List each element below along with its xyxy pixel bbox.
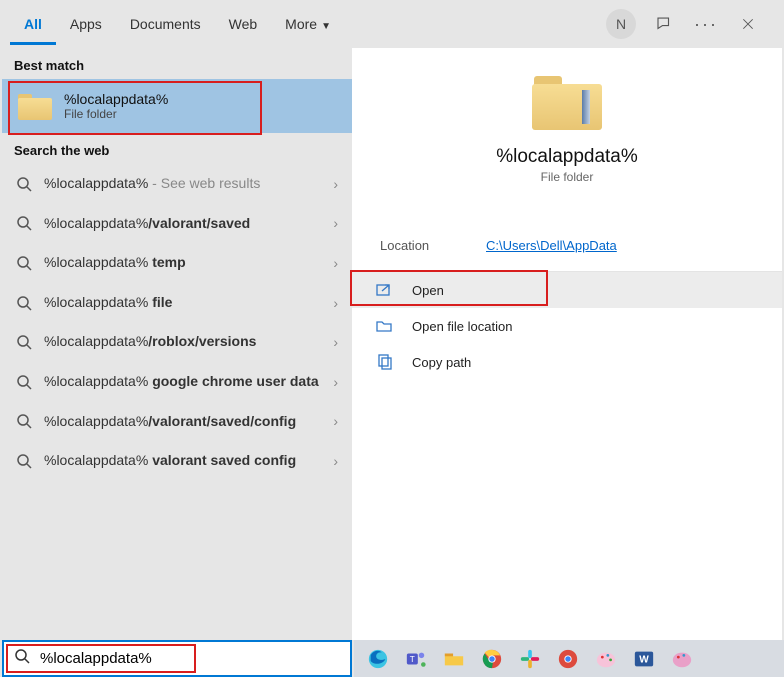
- taskbar-slack-icon[interactable]: [516, 645, 544, 673]
- web-result-text: %localappdata%/valorant/saved/config: [44, 412, 333, 432]
- web-result-item[interactable]: %localappdata% - See web results›: [2, 164, 352, 204]
- tab-all[interactable]: All: [10, 4, 56, 45]
- taskbar: T W: [354, 640, 784, 677]
- taskbar-paint2-icon[interactable]: [668, 645, 696, 673]
- web-result-item[interactable]: %localappdata% file›: [2, 283, 352, 323]
- preview-title: %localappdata%: [496, 146, 638, 168]
- search-box[interactable]: [2, 640, 352, 677]
- search-icon: [16, 413, 32, 429]
- tab-apps[interactable]: Apps: [56, 4, 116, 45]
- chevron-right-icon: ›: [333, 413, 338, 429]
- search-icon: [16, 255, 32, 271]
- options-icon[interactable]: ···: [692, 10, 720, 38]
- web-result-text: %localappdata% - See web results: [44, 174, 333, 194]
- search-icon: [16, 334, 32, 350]
- chevron-right-icon: ›: [333, 374, 338, 390]
- location-link[interactable]: C:\Users\Dell\AppData: [486, 238, 617, 253]
- action-open[interactable]: Open: [352, 272, 782, 308]
- best-match-title: %localappdata%: [64, 91, 168, 107]
- svg-text:W: W: [639, 654, 649, 665]
- taskbar-chrome2-icon[interactable]: [554, 645, 582, 673]
- search-icon: [16, 374, 32, 390]
- search-icon: [16, 295, 32, 311]
- taskbar-word-icon[interactable]: W: [630, 645, 658, 673]
- taskbar-paint-icon[interactable]: [592, 645, 620, 673]
- filter-tabs: All Apps Documents Web More▼ N ···: [2, 0, 782, 48]
- feedback-icon[interactable]: [650, 10, 678, 38]
- search-icon: [14, 648, 30, 669]
- user-avatar[interactable]: N: [606, 9, 636, 39]
- chevron-right-icon: ›: [333, 215, 338, 231]
- web-result-text: %localappdata% google chrome user data: [44, 372, 333, 392]
- windows-search-panel: All Apps Documents Web More▼ N ··· Best …: [2, 0, 782, 640]
- folder-icon-large: [532, 72, 602, 130]
- action-copy-path[interactable]: Copy path: [352, 344, 782, 380]
- chevron-right-icon: ›: [333, 453, 338, 469]
- web-result-text: %localappdata% valorant saved config: [44, 451, 333, 471]
- web-result-item[interactable]: %localappdata% temp›: [2, 243, 352, 283]
- search-icon: [16, 215, 32, 231]
- taskbar-teams-icon[interactable]: T: [402, 645, 430, 673]
- section-search-web: Search the web: [2, 133, 352, 164]
- svg-text:T: T: [410, 654, 415, 663]
- chevron-right-icon: ›: [333, 334, 338, 350]
- web-result-text: %localappdata%/valorant/saved: [44, 214, 333, 234]
- search-icon: [16, 176, 32, 192]
- web-result-item[interactable]: %localappdata% google chrome user data›: [2, 362, 352, 402]
- copy-icon: [376, 354, 392, 370]
- taskbar-explorer-icon[interactable]: [440, 645, 468, 673]
- web-result-item[interactable]: %localappdata%/valorant/saved›: [2, 204, 352, 244]
- action-label: Open file location: [412, 319, 512, 334]
- folder-location-icon: [376, 318, 392, 334]
- search-input[interactable]: [40, 650, 340, 667]
- web-result-text: %localappdata%/roblox/versions: [44, 332, 333, 352]
- web-result-text: %localappdata% file: [44, 293, 333, 313]
- chevron-right-icon: ›: [333, 176, 338, 192]
- results-list: Best match %localappdata% File folder Se…: [2, 48, 352, 640]
- action-label: Copy path: [412, 355, 471, 370]
- close-icon[interactable]: [734, 10, 762, 38]
- section-best-match: Best match: [2, 48, 352, 79]
- preview-pane: %localappdata% File folder Location C:\U…: [352, 48, 782, 640]
- web-result-item[interactable]: %localappdata%/valorant/saved/config›: [2, 402, 352, 442]
- taskbar-chrome-icon[interactable]: [478, 645, 506, 673]
- web-result-item[interactable]: %localappdata% valorant saved config›: [2, 441, 352, 481]
- open-icon: [376, 282, 392, 298]
- search-icon: [16, 453, 32, 469]
- best-match-subtitle: File folder: [64, 107, 168, 121]
- web-result-item[interactable]: %localappdata%/roblox/versions›: [2, 322, 352, 362]
- chevron-right-icon: ›: [333, 295, 338, 311]
- chevron-right-icon: ›: [333, 255, 338, 271]
- taskbar-edge-icon[interactable]: [364, 645, 392, 673]
- location-label: Location: [380, 238, 486, 253]
- action-label: Open: [412, 283, 444, 298]
- action-open-file-location[interactable]: Open file location: [352, 308, 782, 344]
- folder-icon: [18, 92, 52, 120]
- tab-web[interactable]: Web: [215, 4, 272, 45]
- best-match-result[interactable]: %localappdata% File folder: [2, 79, 352, 133]
- tab-more[interactable]: More▼: [271, 4, 345, 45]
- tab-documents[interactable]: Documents: [116, 4, 215, 45]
- web-result-text: %localappdata% temp: [44, 253, 333, 273]
- preview-subtitle: File folder: [541, 170, 594, 184]
